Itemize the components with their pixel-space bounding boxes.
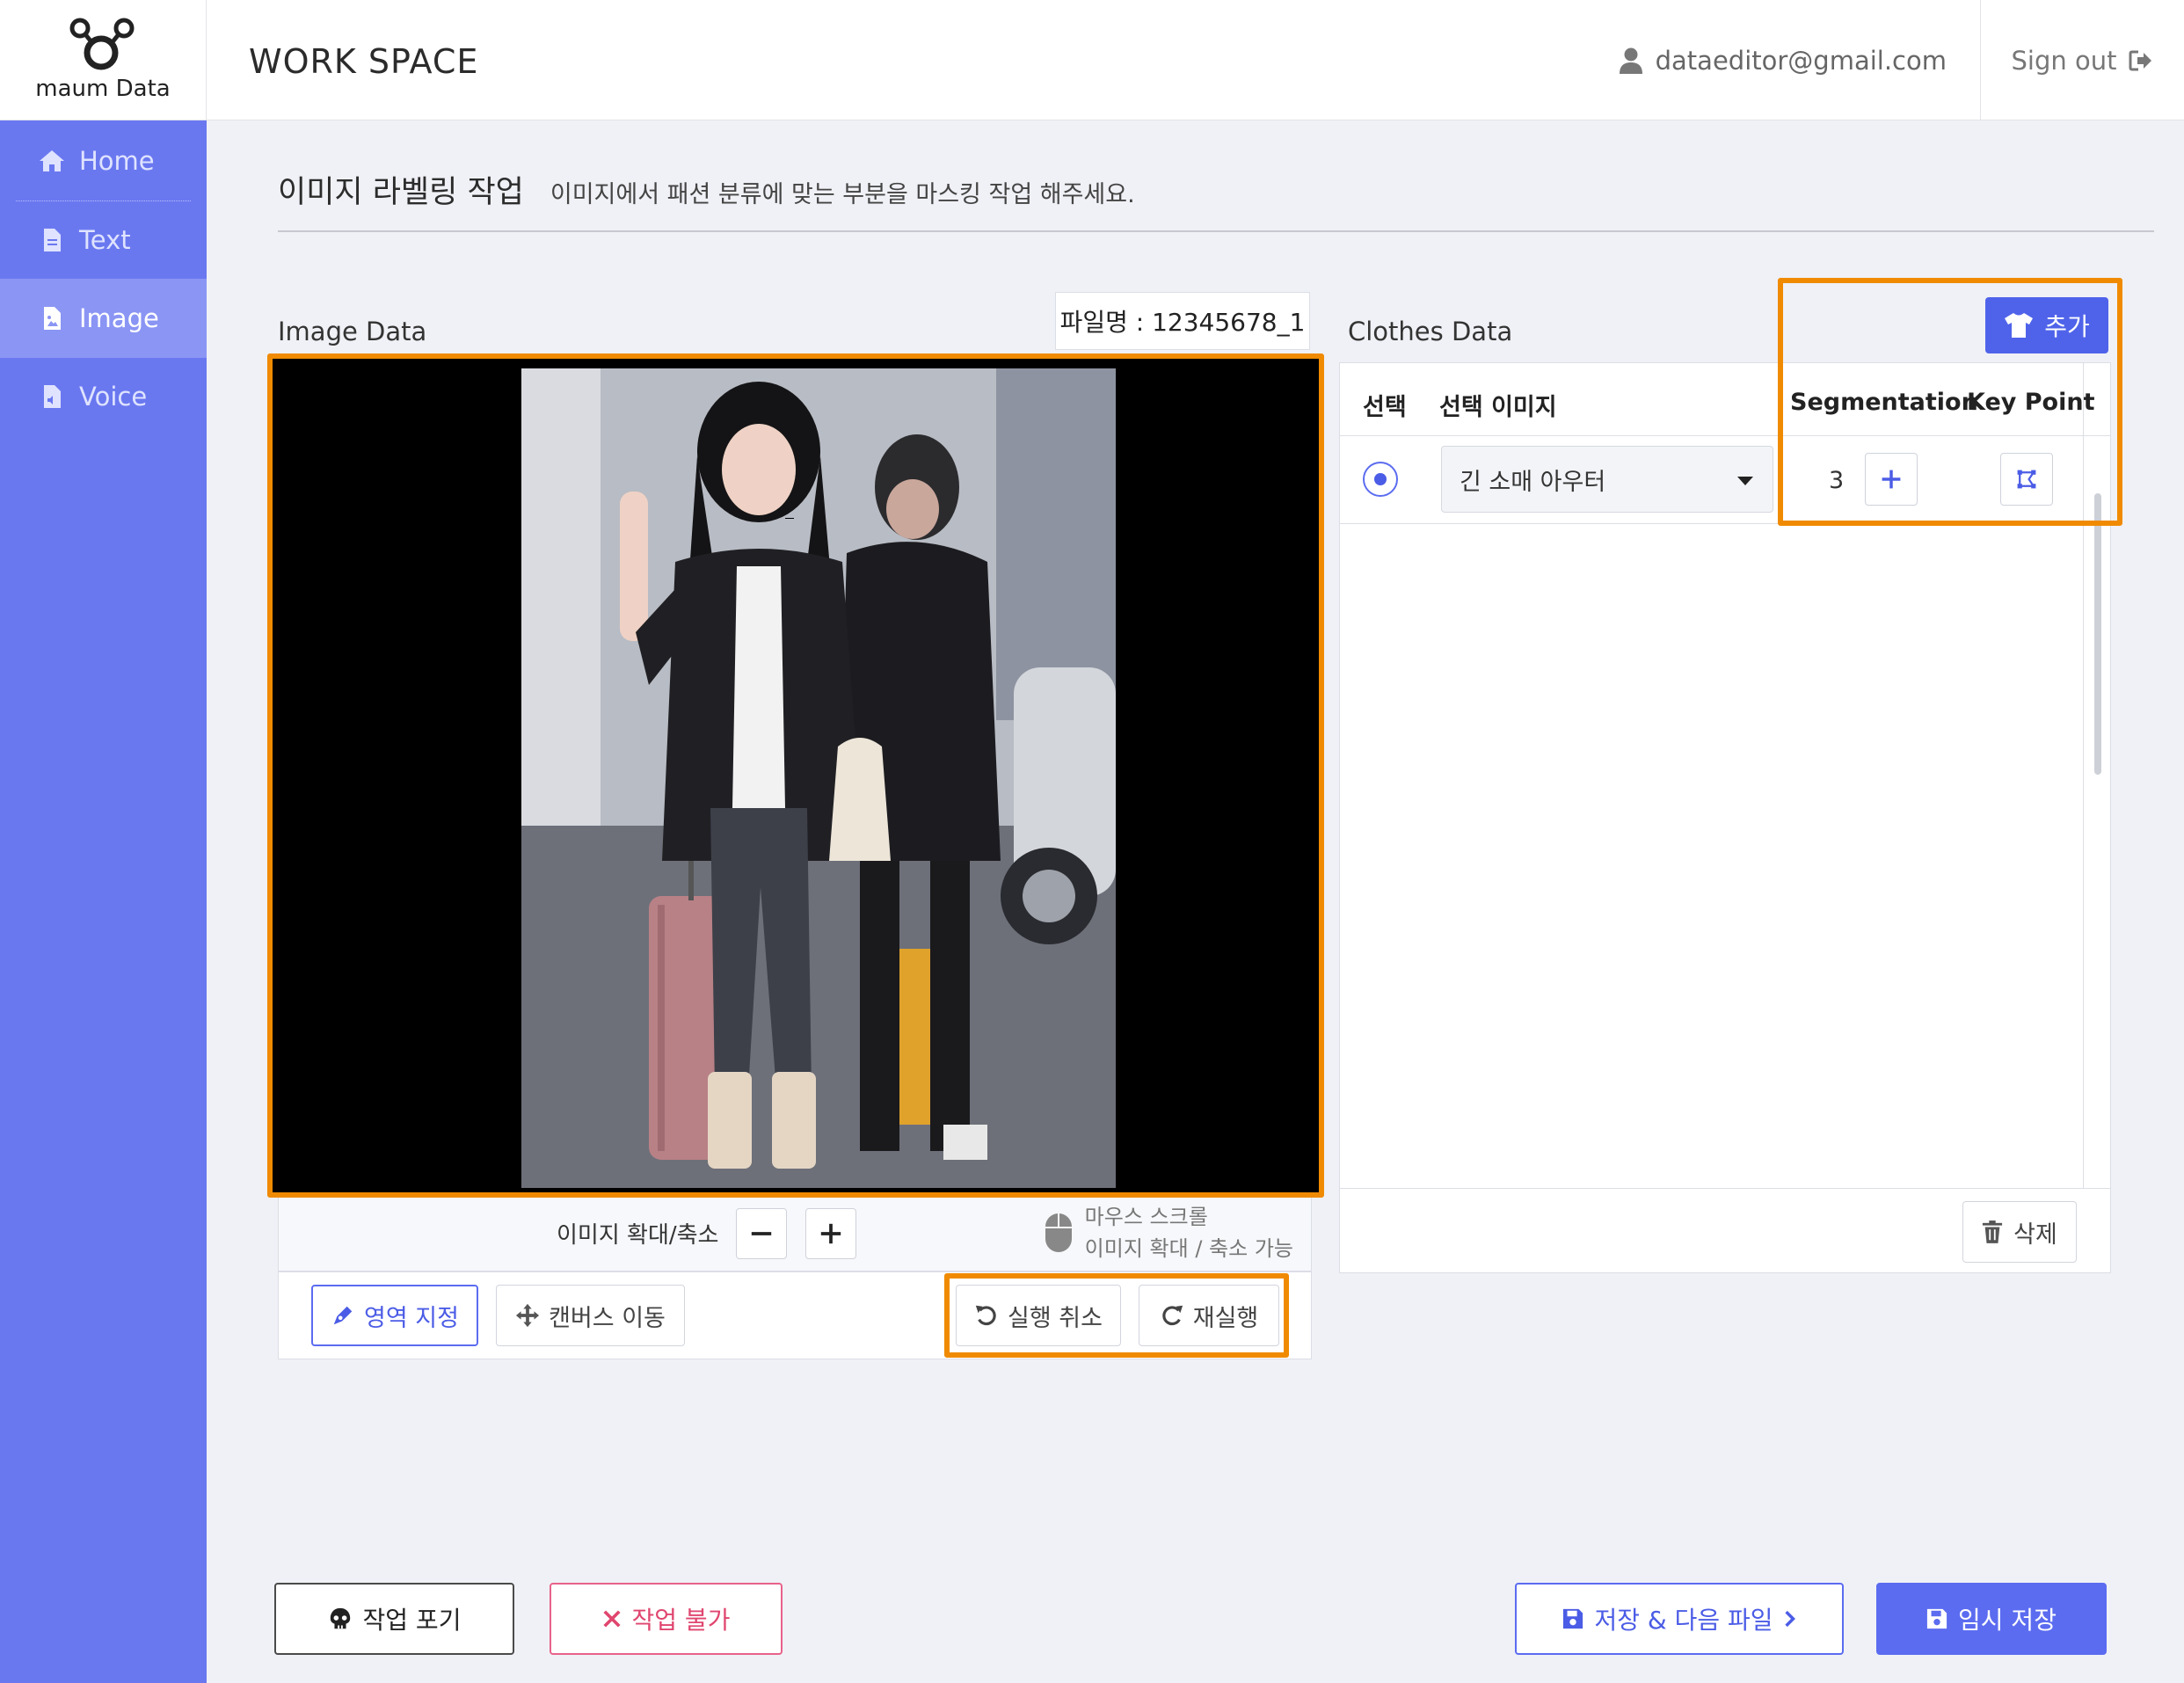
scrollbar-thumb[interactable] bbox=[2094, 493, 2101, 775]
sidebar-item-label: Voice bbox=[79, 382, 148, 412]
document-icon bbox=[44, 229, 61, 251]
move-canvas-label: 캔버스 이동 bbox=[549, 1304, 666, 1332]
chevron-right-icon bbox=[1784, 1610, 1795, 1628]
give-up-label: 작업 포기 bbox=[362, 1606, 462, 1635]
image-file-icon bbox=[44, 307, 61, 330]
mouse-icon bbox=[1045, 1213, 1072, 1252]
page-title: 이미지 라벨링 작업 bbox=[278, 175, 524, 210]
divider bbox=[278, 230, 2154, 232]
logo-text: maum Data bbox=[35, 76, 171, 102]
logo[interactable]: maum Data bbox=[0, 0, 207, 120]
delete-label: 삭제 bbox=[2013, 1220, 2057, 1249]
workspace-title: WORK SPACE bbox=[249, 42, 479, 81]
row-select-radio[interactable] bbox=[1363, 462, 1398, 497]
sidebar-item-label: Text bbox=[79, 225, 131, 255]
signout-label: Sign out bbox=[2011, 45, 2117, 76]
select-area-label: 영역 지정 bbox=[364, 1304, 459, 1332]
top-bar: WORK SPACE dataeditor@gmail.com Sign out bbox=[207, 0, 2184, 120]
user-email: dataeditor@gmail.com bbox=[1655, 46, 1947, 76]
user-icon bbox=[1619, 47, 1642, 74]
signout-button[interactable]: Sign out bbox=[1980, 0, 2184, 120]
minus-icon bbox=[751, 1232, 772, 1235]
category-dropdown[interactable]: 긴 소매 아우터 bbox=[1441, 446, 1773, 513]
move-arrows-icon bbox=[516, 1303, 540, 1328]
move-canvas-button[interactable]: 캔버스 이동 bbox=[496, 1285, 685, 1346]
save-next-label: 저장 & 다음 파일 bbox=[1594, 1606, 1773, 1635]
signout-icon bbox=[2129, 50, 2152, 70]
user-account: dataeditor@gmail.com bbox=[1619, 46, 1947, 76]
image-canvas[interactable] bbox=[267, 353, 1324, 1198]
skull-icon bbox=[330, 1607, 350, 1629]
logo-icon bbox=[69, 18, 135, 70]
delete-button[interactable]: 삭제 bbox=[1962, 1201, 2077, 1263]
clothes-data-label: Clothes Data bbox=[1348, 317, 1513, 346]
audio-file-icon bbox=[44, 385, 61, 408]
undo-redo-highlight bbox=[944, 1273, 1289, 1358]
save-next-button[interactable]: 저장 & 다음 파일 bbox=[1515, 1583, 1844, 1655]
page-subtitle: 이미지에서 패션 분류에 맞는 부분을 마스킹 작업 해주세요. bbox=[550, 181, 1135, 208]
file-name: 파일명 : 12345678_1 bbox=[1055, 292, 1310, 350]
photo bbox=[521, 368, 1116, 1188]
mouse-scroll-hint: 마우스 스크롤 이미지 확대 / 축소 가능 bbox=[1045, 1201, 1293, 1264]
sidebar-item-image[interactable]: Image bbox=[0, 279, 207, 358]
sidebar-item-label: Image bbox=[79, 303, 159, 333]
save-icon bbox=[1926, 1608, 1947, 1629]
dropdown-caret-icon bbox=[1737, 477, 1753, 485]
mouse-hint-line2: 이미지 확대 / 축소 가능 bbox=[1084, 1236, 1293, 1261]
page-heading: 이미지 라벨링 작업 이미지에서 패션 분류에 맞는 부분을 마스킹 작업 해주… bbox=[278, 167, 1135, 212]
plus-icon bbox=[820, 1223, 841, 1244]
zoom-label: 이미지 확대/축소 bbox=[557, 1222, 719, 1249]
zoom-bar: 이미지 확대/축소 마우스 스크롤 이미지 확대 / 축소 가능 bbox=[278, 1198, 1312, 1271]
sidebar-item-home[interactable]: Home bbox=[16, 120, 191, 201]
sidebar-item-voice[interactable]: Voice bbox=[0, 358, 207, 435]
home-icon bbox=[40, 149, 64, 171]
category-value: 긴 소매 아우터 bbox=[1460, 468, 1606, 496]
zoom-out-button[interactable] bbox=[736, 1208, 787, 1259]
x-icon bbox=[602, 1610, 621, 1628]
fashion-photo-illustration bbox=[521, 368, 1116, 1188]
column-header-select: 선택 bbox=[1363, 394, 1407, 421]
segmentation-highlight bbox=[1778, 278, 2122, 526]
select-area-button[interactable]: 영역 지정 bbox=[311, 1285, 478, 1346]
give-up-button[interactable]: 작업 포기 bbox=[274, 1583, 514, 1655]
trash-icon bbox=[1983, 1220, 2003, 1243]
sidebar-item-text[interactable]: Text bbox=[0, 201, 207, 279]
pen-icon bbox=[333, 1306, 353, 1325]
zoom-in-button[interactable] bbox=[805, 1208, 856, 1259]
save-icon bbox=[1563, 1608, 1583, 1629]
sidebar: Home Text Image Voice bbox=[0, 120, 207, 1683]
image-data-label: Image Data bbox=[278, 317, 427, 346]
sidebar-item-label: Home bbox=[79, 145, 155, 176]
reject-button[interactable]: 작업 불가 bbox=[550, 1583, 783, 1655]
temp-save-label: 임시 저장 bbox=[1958, 1606, 2057, 1635]
column-header-image: 선택 이미지 bbox=[1439, 394, 1557, 421]
temp-save-button[interactable]: 임시 저장 bbox=[1876, 1583, 2107, 1655]
reject-label: 작업 불가 bbox=[631, 1606, 731, 1635]
mouse-hint-line1: 마우스 스크롤 bbox=[1084, 1205, 1208, 1229]
table-footer: 삭제 bbox=[1340, 1188, 2110, 1272]
